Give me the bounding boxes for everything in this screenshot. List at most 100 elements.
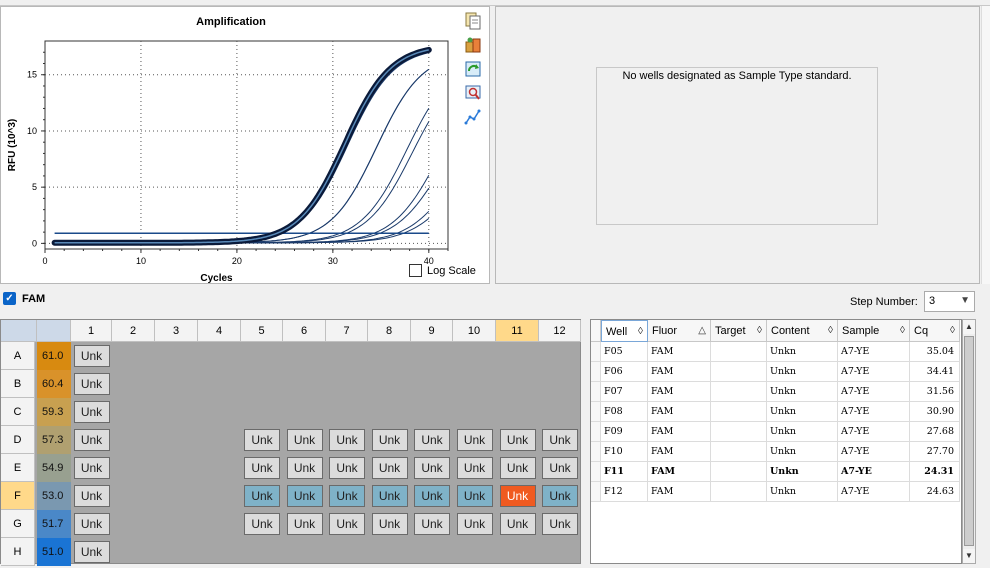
well-G10[interactable]: Unk [456,513,493,535]
well-F06[interactable]: Unk [286,485,323,507]
well-E10[interactable]: Unk [456,457,493,479]
cell-cq[interactable]: 34.41 [910,362,960,382]
column-header-well[interactable]: Well ◊ [601,320,648,342]
cell-target[interactable] [711,482,767,502]
well-D01[interactable]: Unk [73,429,110,451]
cell-well[interactable]: F11 [601,462,648,482]
step-number-select[interactable]: 3 ▼ [924,291,975,312]
well-G06[interactable]: Unk [286,513,323,535]
cell-cq[interactable]: 35.04 [910,342,960,362]
log-scale-checkbox[interactable] [409,264,422,277]
well-B01[interactable]: Unk [73,373,110,395]
column-header-8[interactable]: 8 [368,320,411,342]
column-header-12[interactable]: 12 [539,320,581,342]
copy-icon[interactable] [463,11,483,31]
column-header-cq[interactable]: Cq ◊ [910,320,960,342]
cell-content[interactable]: Unkn [767,402,838,422]
row-header-E[interactable]: E [1,454,35,482]
cell-cq[interactable]: 27.68 [910,422,960,442]
cell-content[interactable]: Unkn [767,342,838,362]
column-header-5[interactable]: 5 [241,320,283,342]
well-E05[interactable]: Unk [244,457,280,479]
cell-cq[interactable]: 31.56 [910,382,960,402]
column-header-content[interactable]: Content ◊ [767,320,838,342]
column-header-4[interactable]: 4 [198,320,241,342]
cell-target[interactable] [711,462,767,482]
sort-ascending-icon[interactable]: △ [698,320,706,342]
column-header-10[interactable]: 10 [453,320,496,342]
fam-toggle[interactable]: ✓ FAM [3,292,45,305]
table-scrollbar[interactable]: ▲ ▼ [962,319,976,564]
cell-sample[interactable]: A7-YE [838,402,910,422]
column-header-target[interactable]: Target ◊ [711,320,767,342]
well-F07[interactable]: Unk [329,485,365,507]
fam-checkbox[interactable]: ✓ [3,292,16,305]
amplification-chart[interactable]: 0 10 20 30 40051015CyclesRFU (10^3) [1,7,489,283]
cell-well[interactable]: F10 [601,442,648,462]
cell-fluor[interactable]: FAM [648,362,711,382]
well-E09[interactable]: Unk [414,457,450,479]
well-D06[interactable]: Unk [286,429,323,451]
scroll-down-icon[interactable]: ▼ [963,549,975,563]
cell-well[interactable]: F12 [601,482,648,502]
sort-icon[interactable]: ◊ [757,320,762,342]
cell-fluor[interactable]: FAM [648,462,711,482]
cell-cq[interactable]: 24.63 [910,482,960,502]
column-header-11[interactable]: 11 [496,320,539,342]
cell-target[interactable] [711,342,767,362]
row-header-B[interactable]: B [1,370,35,398]
sort-icon[interactable]: ◊ [950,320,955,342]
cell-target[interactable] [711,402,767,422]
cell-well[interactable]: F09 [601,422,648,442]
row-header-D[interactable]: D [1,426,35,454]
cell-sample[interactable]: A7-YE [838,342,910,362]
column-header-3[interactable]: 3 [155,320,198,342]
zoom-icon[interactable] [463,83,483,103]
column-header-fluor[interactable]: Fluor △ [648,320,711,342]
export-icon[interactable] [463,35,483,55]
well-H01[interactable]: Unk [73,541,110,563]
well-D09[interactable]: Unk [414,429,450,451]
sort-icon[interactable]: ◊ [638,321,643,343]
cell-fluor[interactable]: FAM [648,382,711,402]
cell-well[interactable]: F07 [601,382,648,402]
cell-content[interactable]: Unkn [767,422,838,442]
well-A01[interactable]: Unk [73,345,110,367]
cell-well[interactable]: F06 [601,362,648,382]
cell-fluor[interactable]: FAM [648,402,711,422]
column-header-sample[interactable]: Sample ◊ [838,320,910,342]
well-G01[interactable]: Unk [73,513,110,535]
cell-sample[interactable]: A7-YE [838,482,910,502]
well-C01[interactable]: Unk [73,401,110,423]
well-F09[interactable]: Unk [414,485,450,507]
well-G11[interactable]: Unk [499,513,536,535]
cell-content[interactable]: Unkn [767,482,838,502]
well-E12[interactable]: Unk [542,457,578,479]
row-header-G[interactable]: G [1,510,35,538]
cell-cq[interactable]: 24.31 [910,462,960,482]
cell-sample[interactable]: A7-YE [838,442,910,462]
well-G08[interactable]: Unk [371,513,408,535]
well-E08[interactable]: Unk [371,457,408,479]
well-D12[interactable]: Unk [542,429,578,451]
well-F08[interactable]: Unk [371,485,408,507]
scroll-up-icon[interactable]: ▲ [963,320,975,334]
panel-splitter[interactable] [981,6,990,284]
row-header-F[interactable]: F [1,482,35,510]
cell-target[interactable] [711,362,767,382]
cell-cq[interactable]: 30.90 [910,402,960,422]
plate-corner[interactable] [1,320,37,342]
well-D10[interactable]: Unk [456,429,493,451]
cell-fluor[interactable]: FAM [648,422,711,442]
well-G09[interactable]: Unk [414,513,450,535]
cell-fluor[interactable]: FAM [648,342,711,362]
well-F12[interactable]: Unk [542,485,578,507]
row-header-H[interactable]: H [1,538,35,566]
cell-content[interactable]: Unkn [767,442,838,462]
well-G05[interactable]: Unk [244,513,280,535]
log-scale-toggle[interactable]: Log Scale [409,264,476,277]
cell-fluor[interactable]: FAM [648,442,711,462]
column-header-7[interactable]: 7 [326,320,368,342]
cell-sample[interactable]: A7-YE [838,422,910,442]
cell-well[interactable]: F08 [601,402,648,422]
